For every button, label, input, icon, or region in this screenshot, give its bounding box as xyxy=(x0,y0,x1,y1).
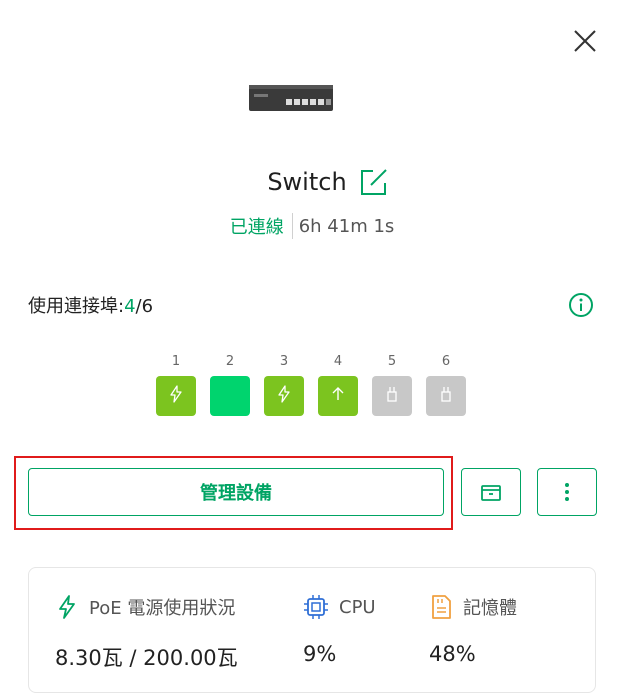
poe-stat: PoE 電源使用狀況 8.30瓦 / 200.00瓦 xyxy=(55,594,238,672)
port-status-poe[interactable] xyxy=(264,376,304,416)
cpu-stat-title: CPU xyxy=(339,596,376,618)
port-number: 5 xyxy=(387,354,397,369)
device-image xyxy=(248,82,334,114)
more-vertical-icon xyxy=(565,483,569,501)
more-options-button[interactable] xyxy=(537,468,597,516)
port-number: 6 xyxy=(441,354,451,369)
port-status-disconnected[interactable] xyxy=(372,376,412,416)
port-3: 3 xyxy=(264,352,304,416)
ports-usage-label: 使用連接埠:4/6 xyxy=(28,296,154,317)
port-number: 4 xyxy=(333,354,343,369)
port-5: 5 xyxy=(372,352,412,416)
box-icon xyxy=(481,485,501,501)
ports-used-count: 4 xyxy=(124,296,136,317)
status-row: 已連線 6h 41m 1s xyxy=(0,212,624,240)
highlight-box xyxy=(14,456,453,530)
cpu-chip-icon xyxy=(304,595,328,619)
port-list: 1 2 3 4 5 6 xyxy=(156,352,480,416)
ethernet-plug-icon xyxy=(438,385,454,407)
port-6: 6 xyxy=(426,352,466,416)
cpu-stat: CPU 9% xyxy=(303,594,376,666)
memory-stat-value: 48% xyxy=(429,642,476,666)
lightning-icon xyxy=(59,595,75,619)
lightning-icon xyxy=(168,385,184,407)
lightning-icon xyxy=(276,385,292,407)
memory-stat-title: 記憶體 xyxy=(463,598,517,619)
status-badge: 已連線 xyxy=(230,213,293,239)
device-name: Switch xyxy=(267,168,347,196)
arrow-up-icon xyxy=(330,385,346,407)
port-2: 2 xyxy=(210,352,250,416)
uptime-text: 6h 41m 1s xyxy=(298,215,395,237)
device-box-button[interactable] xyxy=(461,468,521,516)
poe-stat-title: PoE 電源使用狀況 xyxy=(89,598,236,619)
port-status-poe[interactable] xyxy=(156,376,196,416)
cpu-stat-value: 9% xyxy=(303,642,337,666)
memory-card-icon xyxy=(432,595,451,619)
ethernet-plug-icon xyxy=(384,385,400,407)
port-status-connected[interactable] xyxy=(210,376,250,416)
poe-stat-value: 8.30瓦 / 200.00瓦 xyxy=(55,646,238,670)
port-1: 1 xyxy=(156,352,196,416)
port-status-uplink[interactable] xyxy=(318,376,358,416)
ports-total: /6 xyxy=(135,296,154,317)
memory-stat: 記憶體 48% xyxy=(429,594,517,666)
close-button[interactable] xyxy=(568,24,602,58)
port-number: 3 xyxy=(279,354,289,369)
port-number: 1 xyxy=(171,354,181,369)
port-status-disconnected[interactable] xyxy=(426,376,466,416)
close-icon xyxy=(574,30,596,52)
edit-icon[interactable] xyxy=(359,167,389,197)
port-4: 4 xyxy=(318,352,358,416)
stats-card: PoE 電源使用狀況 8.30瓦 / 200.00瓦 CPU 9% 記憶體 48… xyxy=(28,567,596,693)
device-title-row: Switch xyxy=(0,162,624,202)
port-number: 2 xyxy=(225,354,235,369)
info-icon[interactable] xyxy=(568,292,594,318)
